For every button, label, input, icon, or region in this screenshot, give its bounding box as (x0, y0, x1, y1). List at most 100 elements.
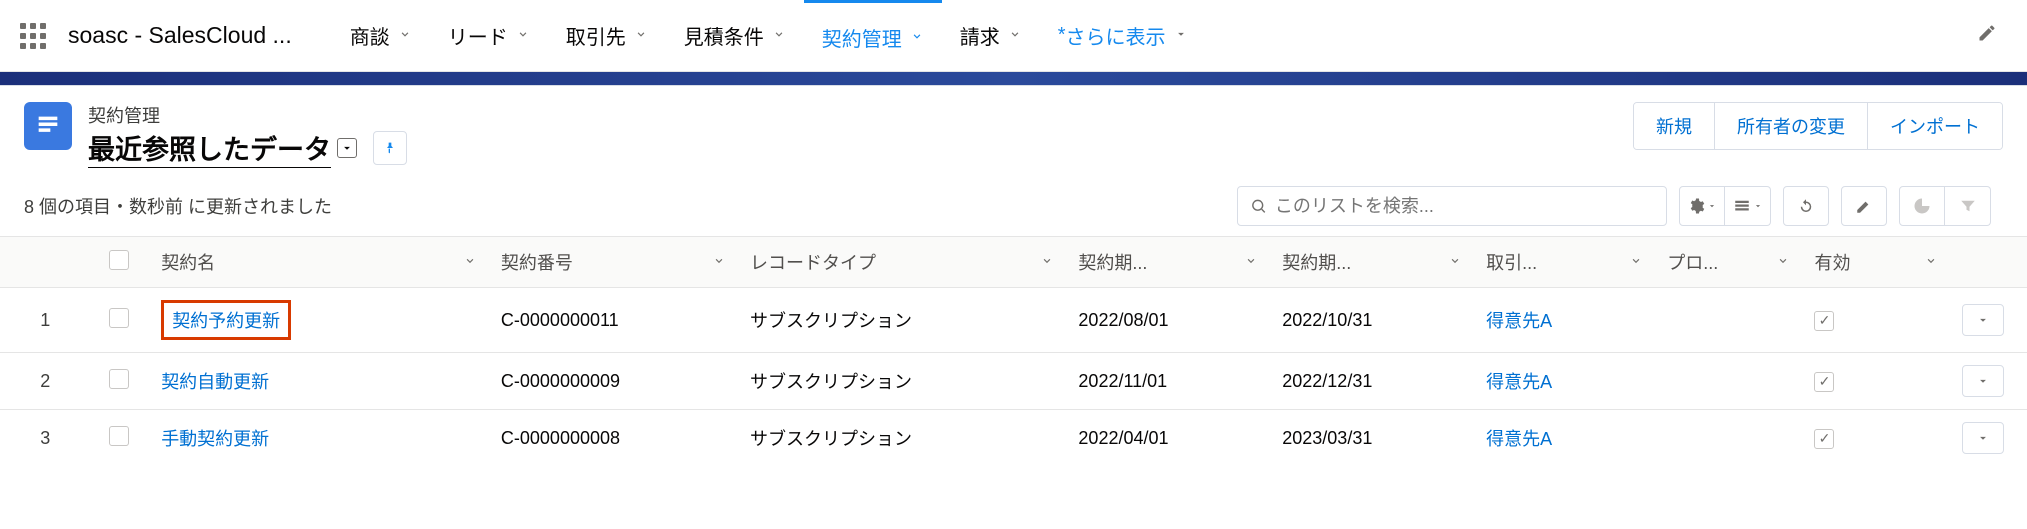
checkbox-icon[interactable] (109, 369, 129, 389)
contract-name-link[interactable]: 手動契約更新 (161, 429, 269, 449)
list-view-name[interactable]: 最近参照したデータ (88, 128, 407, 168)
cell-end-date: 2022/10/31 (1268, 288, 1472, 353)
cell-actions (1948, 353, 2027, 410)
col-active[interactable]: 有効 (1800, 237, 1947, 288)
cell-end-date: 2022/12/31 (1268, 353, 1472, 410)
chevron-down-icon[interactable] (1776, 252, 1790, 273)
col-record-type[interactable]: レコードタイプ (736, 237, 1064, 288)
change-owner-button[interactable]: 所有者の変更 (1715, 103, 1868, 149)
chevron-down-icon[interactable] (463, 252, 477, 273)
object-label: 契約管理 (88, 102, 407, 128)
inline-edit-button[interactable] (1841, 186, 1887, 226)
cell-contract-number: C-0000000011 (487, 288, 736, 353)
nav-more-prefix: * (1058, 24, 1066, 47)
col-contract-name[interactable]: 契約名 (147, 237, 487, 288)
checkbox-icon[interactable] (109, 250, 129, 270)
import-button[interactable]: インポート (1868, 103, 2002, 149)
header-action-group: 新規 所有者の変更 インポート (1633, 102, 2003, 150)
object-icon (24, 102, 72, 150)
edit-nav-icon[interactable] (1967, 23, 2007, 49)
chart-button[interactable] (1899, 186, 1945, 226)
nav-item-leads[interactable]: リード (430, 0, 548, 72)
cell-active: ✓ (1800, 410, 1947, 467)
cell-record-type: サブスクリプション (736, 353, 1064, 410)
nav-item-billing[interactable]: 請求 (942, 0, 1040, 72)
cell-contract-name: 契約予約更新 (147, 288, 487, 353)
list-search[interactable] (1237, 186, 1667, 226)
chevron-down-icon[interactable] (398, 24, 412, 47)
cell-contract-name: 手動契約更新 (147, 410, 487, 467)
topographic-banner (0, 72, 2027, 86)
nav-label: 請求 (960, 21, 1000, 50)
display-as-button[interactable] (1725, 186, 1771, 226)
nav-item-accounts[interactable]: 取引先 (548, 0, 666, 72)
nav-item-opportunities[interactable]: 商談 (332, 0, 430, 72)
cell-end-date: 2023/03/31 (1268, 410, 1472, 467)
col-rownum (0, 237, 91, 288)
triangle-down-icon[interactable] (1174, 24, 1188, 47)
cell-active: ✓ (1800, 288, 1947, 353)
row-checkbox-cell[interactable] (91, 288, 148, 353)
chevron-down-icon[interactable] (1448, 252, 1462, 273)
chevron-down-icon[interactable] (1040, 252, 1054, 273)
chevron-down-icon[interactable] (1629, 252, 1643, 273)
app-launcher-icon[interactable] (20, 23, 46, 49)
list-controls (1679, 186, 2003, 226)
search-icon (1250, 197, 1267, 215)
checked-icon: ✓ (1814, 429, 1834, 449)
row-checkbox-cell[interactable] (91, 353, 148, 410)
cell-start-date: 2022/08/01 (1064, 288, 1268, 353)
chevron-down-icon[interactable] (1244, 252, 1258, 273)
cell-record-type: サブスクリプション (736, 288, 1064, 353)
list-view-dropdown-icon[interactable] (337, 138, 357, 158)
checkbox-icon[interactable] (109, 426, 129, 446)
chevron-down-icon[interactable] (712, 252, 726, 273)
col-contract-number[interactable]: 契約番号 (487, 237, 736, 288)
checkbox-icon[interactable] (109, 308, 129, 328)
row-number: 2 (0, 353, 91, 410)
table-row: 3 手動契約更新 C-0000000008 サブスクリプション 2022/04/… (0, 410, 2027, 467)
filter-button[interactable] (1945, 186, 1991, 226)
contract-name-link[interactable]: 契約予約更新 (161, 300, 291, 340)
col-start-date[interactable]: 契約期... (1064, 237, 1268, 288)
list-header: 契約管理 最近参照したデータ 新規 所有者の変更 インポート 8 個の項目・数秒… (0, 86, 2027, 226)
cell-contract-number: C-0000000009 (487, 353, 736, 410)
col-pro[interactable]: プロ... (1653, 237, 1800, 288)
row-action-menu[interactable] (1962, 304, 2004, 336)
nav-label: 契約管理 (822, 23, 902, 52)
data-table: 契約名 契約番号 レコードタイプ 契約期... 契約期... 取引... プロ.… (0, 236, 2027, 466)
nav-item-quotes[interactable]: 見積条件 (666, 0, 804, 72)
pin-list-button[interactable] (373, 131, 407, 165)
account-link[interactable]: 得意先A (1486, 429, 1552, 449)
chevron-down-icon[interactable] (516, 24, 530, 47)
row-checkbox-cell[interactable] (91, 410, 148, 467)
list-meta: 8 個の項目・数秒前 に更新されました (24, 193, 332, 219)
new-button[interactable]: 新規 (1634, 103, 1715, 149)
contract-name-link[interactable]: 契約自動更新 (161, 372, 269, 392)
list-search-input[interactable] (1275, 196, 1654, 217)
chevron-down-icon[interactable] (1924, 252, 1938, 273)
cell-record-type: サブスクリプション (736, 410, 1064, 467)
row-action-menu[interactable] (1962, 422, 2004, 454)
checked-icon: ✓ (1814, 372, 1834, 392)
col-account[interactable]: 取引... (1472, 237, 1653, 288)
cell-account: 得意先A (1472, 288, 1653, 353)
account-link[interactable]: 得意先A (1486, 311, 1552, 331)
chevron-down-icon[interactable] (1008, 24, 1022, 47)
col-end-date[interactable]: 契約期... (1268, 237, 1472, 288)
chevron-down-icon[interactable] (772, 24, 786, 47)
account-link[interactable]: 得意先A (1486, 372, 1552, 392)
nav-item-more[interactable]: *さらに表示 (1040, 0, 1206, 72)
row-action-menu[interactable] (1962, 365, 2004, 397)
cell-pro (1653, 288, 1800, 353)
refresh-button[interactable] (1783, 186, 1829, 226)
chevron-down-icon[interactable] (634, 24, 648, 47)
table-row: 2 契約自動更新 C-0000000009 サブスクリプション 2022/11/… (0, 353, 2027, 410)
col-select-all[interactable] (91, 237, 148, 288)
list-settings-button[interactable] (1679, 186, 1725, 226)
cell-contract-name: 契約自動更新 (147, 353, 487, 410)
nav-item-contracts[interactable]: 契約管理 (804, 0, 942, 72)
cell-start-date: 2022/11/01 (1064, 353, 1268, 410)
checked-icon: ✓ (1814, 311, 1834, 331)
chevron-down-icon[interactable] (910, 26, 924, 49)
